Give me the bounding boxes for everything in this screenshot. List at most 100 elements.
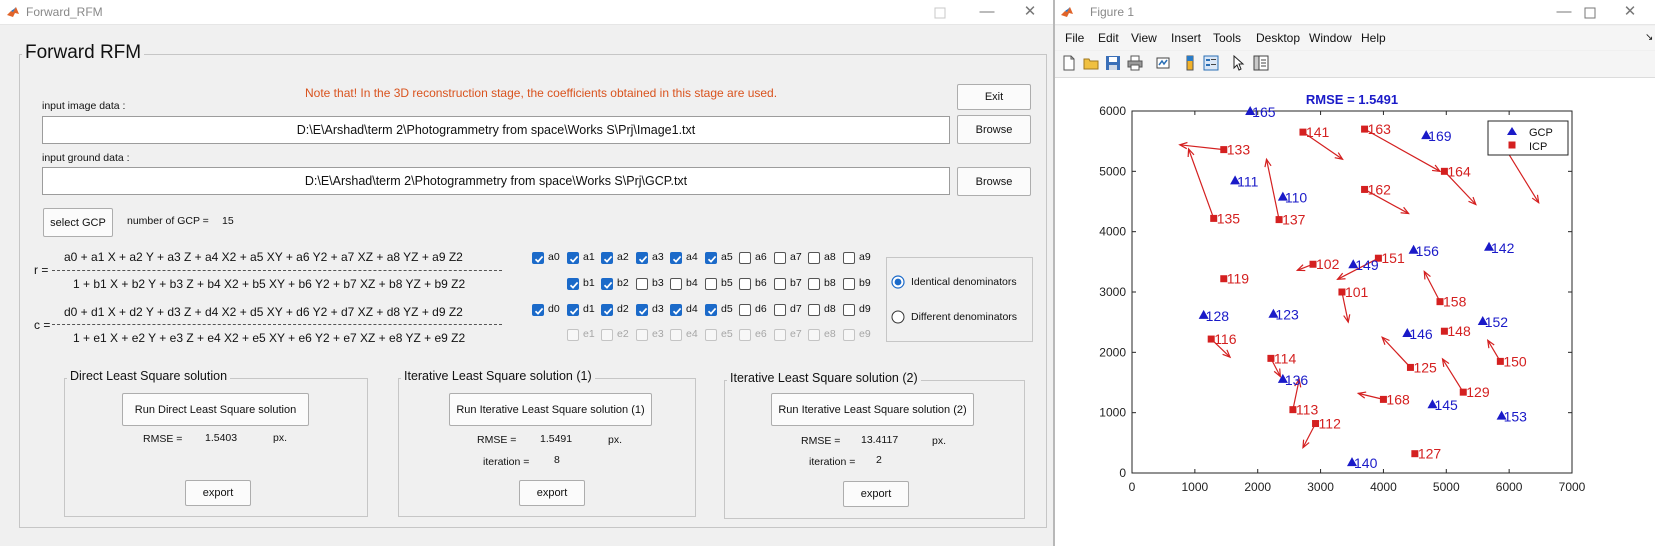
scatter-chart[interactable]: 0 1000 2000 3000 4000 5000 6000 7000 0 1000 2000 30…	[1055, 78, 1655, 546]
checkbox-a3[interactable]	[636, 252, 648, 264]
browse-image-button[interactable]: Browse	[957, 115, 1031, 144]
dock-arrow-icon[interactable]: ↘	[1645, 32, 1653, 43]
select-gcp-button[interactable]: select GCP	[43, 208, 113, 237]
open-folder-icon[interactable]	[1083, 55, 1099, 71]
run-iterative-ls-2-button[interactable]: Run Iterative Least Square solution (2)	[771, 393, 974, 426]
save-icon[interactable]	[1105, 55, 1121, 71]
checkbox-e9	[843, 329, 855, 341]
link-plot-icon[interactable]	[1155, 55, 1171, 71]
coefficient-checkbox-grid: a0 a1 a2 a3 a4 a5 a6 a7 a8 a9 b1 b2 b3 b4 b5 b6 b7 b8 b9 d0…	[532, 251, 877, 342]
icp-point-label: 125	[1413, 359, 1437, 375]
x-tick-label: 3000	[1307, 480, 1334, 494]
image-data-label: input image data :	[42, 100, 126, 112]
forward-rfm-window: Forward_RFM — ✕ Forward RFM Note that! I…	[0, 0, 1053, 546]
direct-export-button[interactable]: export	[185, 480, 251, 506]
close-icon[interactable]: ✕	[1010, 2, 1050, 22]
checkbox-b1[interactable]	[567, 278, 579, 290]
minimize-icon[interactable]: —	[1544, 2, 1584, 22]
checkbox-d2[interactable]	[601, 304, 613, 316]
menu-help[interactable]: Help	[1361, 31, 1386, 45]
checkbox-d7[interactable]	[774, 304, 786, 316]
radio-identical[interactable]: Identical denominators	[891, 275, 1017, 289]
run-iterative-ls-1-button[interactable]: Run Iterative Least Square solution (1)	[449, 393, 652, 426]
menu-insert[interactable]: Insert	[1171, 31, 1201, 45]
checkbox-a7[interactable]	[774, 252, 786, 264]
gcp-point-label: 145	[1434, 397, 1458, 413]
checkbox-a8[interactable]	[808, 252, 820, 264]
minimize-icon[interactable]: —	[967, 2, 1007, 22]
close-icon[interactable]: ✕	[1610, 2, 1650, 22]
checkbox-b3[interactable]	[636, 278, 648, 290]
y-tick-label: 6000	[1099, 104, 1126, 118]
y-tick-label: 4000	[1099, 225, 1126, 239]
checkbox-b2[interactable]	[601, 278, 613, 290]
checkbox-e3	[636, 329, 648, 341]
checkbox-b4[interactable]	[670, 278, 682, 290]
iter1-export-button[interactable]: export	[519, 480, 585, 506]
checkbox-a6[interactable]	[739, 252, 751, 264]
browse-ground-button[interactable]: Browse	[957, 167, 1031, 196]
legend-icon[interactable]	[1203, 55, 1219, 71]
print-icon[interactable]	[1127, 55, 1143, 71]
ground-path-field[interactable]: D:\E\Arshad\term 2\Photogrammetry from s…	[42, 167, 950, 195]
menu-window[interactable]: Window	[1309, 31, 1352, 45]
menu-view[interactable]: View	[1131, 31, 1157, 45]
checkbox-d1[interactable]	[567, 304, 579, 316]
checkbox-a5[interactable]	[705, 252, 717, 264]
exit-button[interactable]: Exit	[957, 84, 1031, 110]
checkbox-b5[interactable]	[705, 278, 717, 290]
checkbox-b6[interactable]	[739, 278, 751, 290]
checkbox-e8	[808, 329, 820, 341]
iter1-iteration-label: iteration =	[483, 456, 530, 468]
maximize-icon[interactable]	[930, 3, 952, 23]
r-fraction-line	[52, 270, 502, 271]
checkbox-label-b1: b1	[583, 277, 595, 289]
checkbox-d9[interactable]	[843, 304, 855, 316]
run-direct-ls-button[interactable]: Run Direct Least Square solution	[122, 393, 309, 426]
checkbox-b9[interactable]	[843, 278, 855, 290]
checkbox-d6[interactable]	[739, 304, 751, 316]
menu-tools[interactable]: Tools	[1213, 31, 1241, 45]
checkbox-a9[interactable]	[843, 252, 855, 264]
checkbox-label-e4: e4	[686, 328, 698, 340]
checkbox-label-b5: b5	[721, 277, 733, 289]
checkbox-label-b8: b8	[824, 277, 836, 289]
gcp-point-label: 111	[1237, 173, 1258, 189]
checkbox-label-d9: d9	[859, 303, 871, 315]
checkbox-b8[interactable]	[808, 278, 820, 290]
menu-desktop[interactable]: Desktop	[1256, 31, 1300, 45]
c-label: c =	[34, 318, 51, 332]
menu-edit[interactable]: Edit	[1098, 31, 1119, 45]
checkbox-a2[interactable]	[601, 252, 613, 264]
checkbox-label-a9: a9	[859, 251, 871, 263]
checkbox-label-d0: d0	[548, 303, 560, 315]
checkbox-b7[interactable]	[774, 278, 786, 290]
checkbox-d4[interactable]	[670, 304, 682, 316]
iter1-iteration-value: 8	[554, 454, 560, 466]
pointer-icon[interactable]	[1231, 55, 1247, 71]
iter1-rmse-label: RMSE =	[477, 434, 517, 446]
image-path-field[interactable]: D:\E\Arshad\term 2\Photogrammetry from s…	[42, 116, 950, 144]
checkbox-d0[interactable]	[532, 304, 544, 316]
iter2-rmse-value: 13.4117	[861, 434, 899, 446]
checkbox-d5[interactable]	[705, 304, 717, 316]
gcp-point-label: 128	[1206, 308, 1230, 324]
checkbox-label-d3: d3	[652, 303, 664, 315]
checkbox-label-d2: d2	[617, 303, 629, 315]
checkbox-a0[interactable]	[532, 252, 544, 264]
checkbox-d3[interactable]	[636, 304, 648, 316]
checkbox-a4[interactable]	[670, 252, 682, 264]
checkbox-d8[interactable]	[808, 304, 820, 316]
left-window-title: Forward_RFM	[26, 5, 103, 19]
new-file-icon[interactable]	[1061, 55, 1077, 71]
right-title-bar: Figure 1 — ✕	[1055, 0, 1655, 25]
checkbox-a1[interactable]	[567, 252, 579, 264]
radio-different[interactable]: Different denominators	[891, 310, 1017, 324]
colorbar-icon[interactable]	[1182, 55, 1198, 71]
property-inspector-icon[interactable]	[1253, 55, 1269, 71]
checkbox-label-d8: d8	[824, 303, 836, 315]
gcp-point-label: 165	[1252, 104, 1276, 120]
iter2-export-button[interactable]: export	[843, 481, 909, 507]
menu-file[interactable]: File	[1065, 31, 1084, 45]
maximize-icon[interactable]	[1579, 3, 1601, 23]
